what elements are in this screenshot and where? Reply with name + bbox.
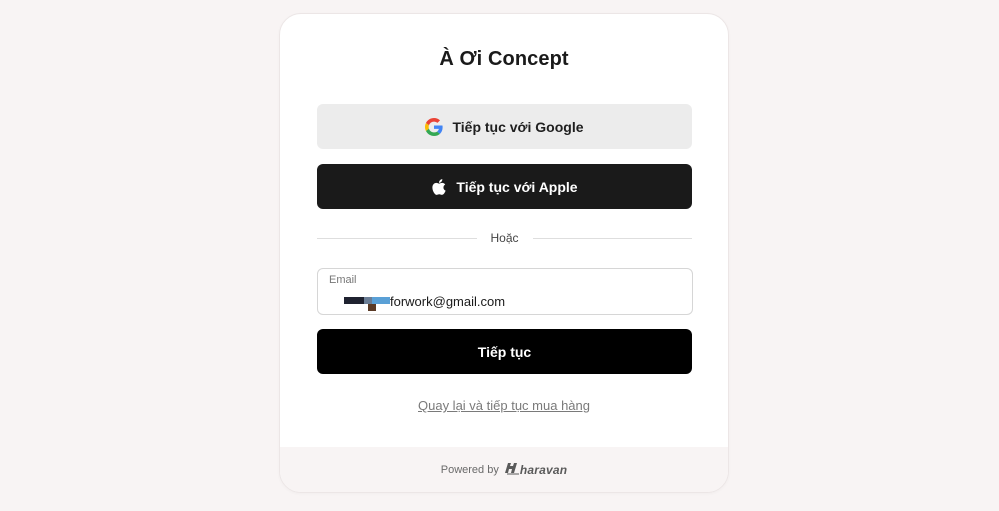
email-field-label: Email xyxy=(329,274,357,286)
or-divider: Hoặc xyxy=(317,230,693,246)
email-value: forwork@gmail.com xyxy=(390,293,506,309)
login-card: À Ơi Concept Tiếp tục với Google Tiếp tụ… xyxy=(279,13,729,493)
google-icon xyxy=(425,117,444,136)
back-to-shopping-link[interactable]: Quay lại và tiếp tục mua hàng xyxy=(280,398,728,413)
store-title: À Ơi Concept xyxy=(439,48,569,70)
divider-text: Hoặc xyxy=(490,231,519,245)
powered-by-text: Powered by xyxy=(440,463,499,476)
haravan-logo-text: haravan xyxy=(519,462,568,477)
haravan-logo[interactable]: haravan xyxy=(504,461,567,478)
redacted-block xyxy=(344,292,390,311)
continue-label: Tiếp tục xyxy=(477,343,532,360)
apple-icon xyxy=(431,178,447,196)
divider-line-right xyxy=(532,237,693,239)
apple-signin-label: Tiếp tục với Apple xyxy=(456,178,578,195)
haravan-logo-icon xyxy=(504,461,520,478)
google-signin-button[interactable]: Tiếp tục với Google xyxy=(317,104,692,149)
divider-line-left xyxy=(317,237,477,239)
footer: Powered by haravan xyxy=(280,447,728,492)
continue-button[interactable]: Tiếp tục xyxy=(317,329,692,374)
apple-signin-button[interactable]: Tiếp tục với Apple xyxy=(317,164,692,209)
google-signin-label: Tiếp tục với Google xyxy=(452,118,584,135)
email-input[interactable]: forwork@gmail.com xyxy=(344,292,506,311)
email-field[interactable]: Email forwork@gmail.com xyxy=(317,268,693,315)
